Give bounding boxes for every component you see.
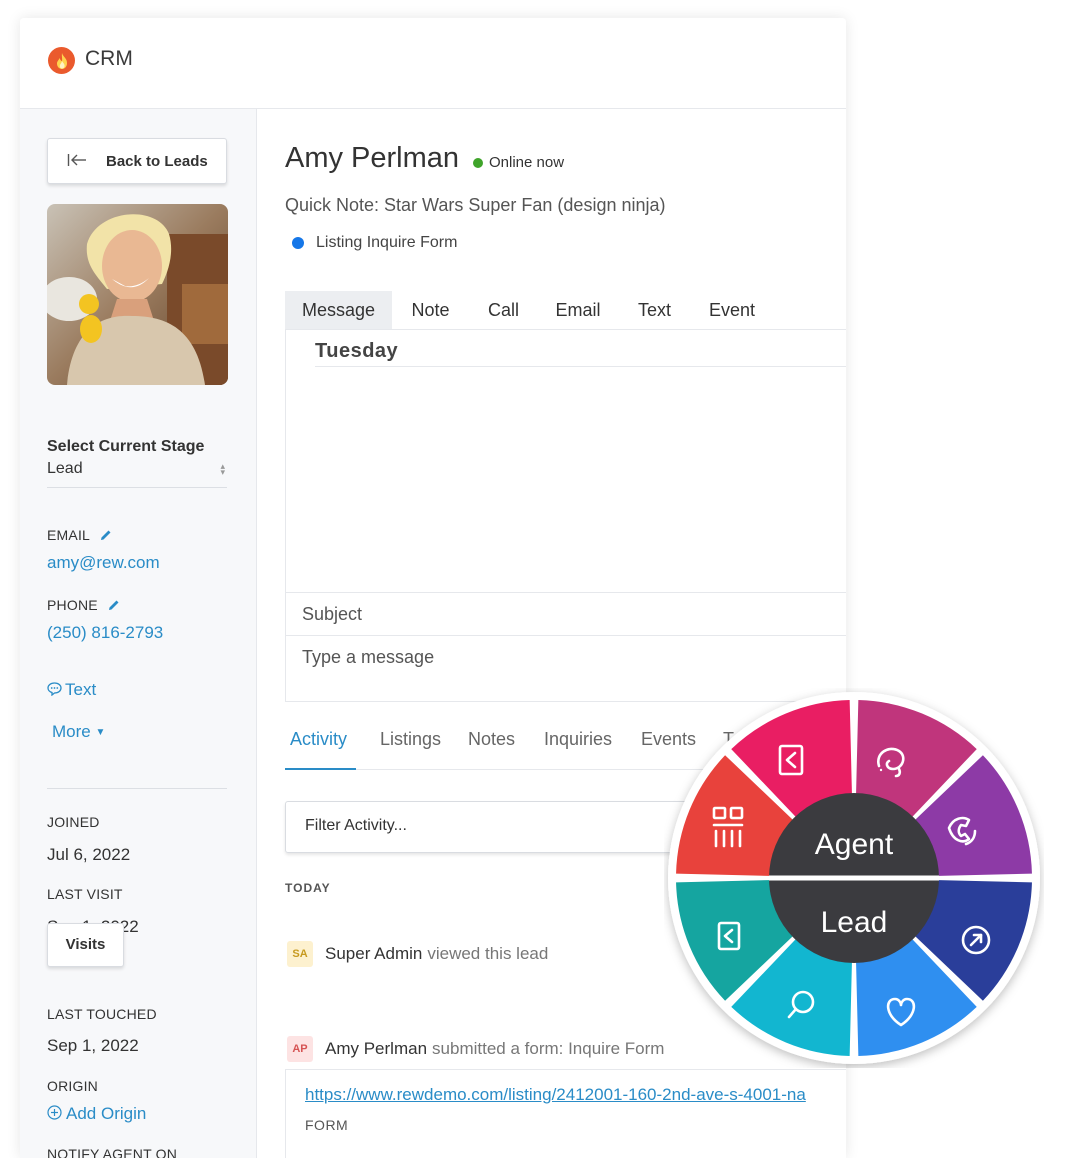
visits-button[interactable]: Visits bbox=[47, 923, 124, 967]
online-status: Online now bbox=[473, 154, 564, 171]
tab-message[interactable]: Message bbox=[285, 291, 392, 329]
tab-event[interactable]: Event bbox=[691, 291, 773, 329]
edit-email-pencil-icon[interactable] bbox=[100, 528, 112, 544]
tab-call[interactable]: Call bbox=[469, 291, 538, 329]
tab-inquiries[interactable]: Inquiries bbox=[544, 729, 612, 750]
select-arrows-icon: ▴ ▾ bbox=[220, 461, 225, 477]
subject-field-wrap bbox=[286, 592, 846, 635]
lead-name: Amy Perlman bbox=[285, 142, 460, 174]
activity-item: AP Amy Perlman submitted a form: Inquire… bbox=[287, 1036, 664, 1062]
back-arrow-icon bbox=[67, 152, 87, 173]
last-touched-label: LAST TOUCHED bbox=[47, 1006, 157, 1022]
app-title: CRM bbox=[85, 47, 133, 70]
activity-actor[interactable]: Amy Perlman bbox=[325, 1039, 427, 1059]
message-field-wrap bbox=[286, 635, 846, 680]
flame-logo-icon bbox=[48, 47, 75, 74]
joined-label: JOINED bbox=[47, 814, 100, 830]
wheel-lead-label[interactable]: Lead bbox=[821, 906, 888, 939]
more-dropdown[interactable]: More ▼ bbox=[52, 722, 105, 742]
today-section-label: TODAY bbox=[285, 881, 331, 895]
agent-lead-wheel: Agent Lead bbox=[664, 688, 1044, 1068]
lead-source: Listing Inquire Form bbox=[292, 234, 457, 252]
wheel-agent-label[interactable]: Agent bbox=[815, 828, 894, 861]
email-label: EMAIL bbox=[47, 527, 90, 543]
last-touched-value: Sep 1, 2022 bbox=[47, 1036, 139, 1055]
listing-url-link[interactable]: https://www.rewdemo.com/listing/2412001-… bbox=[305, 1085, 806, 1105]
top-bar: CRM bbox=[20, 18, 846, 109]
back-to-leads-label: Back to Leads bbox=[106, 153, 208, 170]
source-dot-icon bbox=[292, 237, 304, 249]
caret-down-icon: ▼ bbox=[95, 727, 106, 738]
quick-note: Quick Note: Star Wars Super Fan (design … bbox=[285, 195, 666, 215]
subject-input[interactable] bbox=[300, 603, 834, 626]
message-input[interactable] bbox=[300, 646, 834, 669]
message-thread: Tuesday bbox=[285, 329, 846, 702]
stage-select[interactable]: Lead ▴ ▾ bbox=[47, 459, 227, 488]
tab-activity[interactable]: Activity bbox=[290, 729, 347, 750]
back-to-leads-button[interactable]: Back to Leads bbox=[47, 138, 227, 184]
activity-action: submitted a form: Inquire Form bbox=[432, 1039, 665, 1058]
submission-type-label: FORM bbox=[305, 1117, 349, 1133]
add-origin-link[interactable]: Add Origin bbox=[47, 1104, 146, 1125]
active-tab-underline bbox=[285, 768, 356, 770]
phone-link[interactable]: (250) 816-2793 bbox=[47, 623, 163, 643]
last-visit-label: LAST VISIT bbox=[47, 886, 123, 902]
origin-label: ORIGIN bbox=[47, 1078, 98, 1094]
add-origin-label: Add Origin bbox=[66, 1104, 147, 1123]
joined-value: Jul 6, 2022 bbox=[47, 845, 131, 864]
edit-phone-pencil-icon[interactable] bbox=[108, 598, 120, 614]
tab-note[interactable]: Note bbox=[392, 291, 469, 329]
activity-action: viewed this lead bbox=[427, 944, 549, 963]
tab-text[interactable]: Text bbox=[618, 291, 691, 329]
email-link[interactable]: amy@rew.com bbox=[47, 553, 160, 573]
user-initials-badge: SA bbox=[287, 941, 313, 967]
online-dot-icon bbox=[473, 157, 483, 168]
user-initials-badge: AP bbox=[287, 1036, 313, 1062]
more-label: More bbox=[52, 722, 91, 741]
text-link-label: Text bbox=[65, 680, 97, 699]
email-label-row: EMAIL bbox=[47, 527, 112, 544]
day-divider bbox=[315, 366, 846, 367]
compose-tabs: Message Note Call Email Text Event bbox=[285, 291, 846, 330]
sidebar-divider bbox=[47, 788, 227, 789]
stage-label: Select Current Stage bbox=[47, 438, 205, 455]
stage-value: Lead bbox=[47, 460, 83, 477]
lead-avatar bbox=[47, 204, 228, 385]
activity-item: SA Super Admin viewed this lead bbox=[287, 941, 548, 967]
tab-listings[interactable]: Listings bbox=[380, 729, 441, 750]
plus-circle-icon bbox=[47, 1105, 62, 1125]
activity-actor[interactable]: Super Admin bbox=[325, 944, 422, 964]
filter-activity-label: Filter Activity... bbox=[305, 817, 407, 834]
phone-label-row: PHONE bbox=[47, 597, 120, 614]
notify-agent-label: NOTIFY AGENT ON bbox=[47, 1146, 178, 1158]
day-heading: Tuesday bbox=[315, 340, 399, 362]
tab-notes[interactable]: Notes bbox=[468, 729, 515, 750]
lead-sidebar: Back to Leads Select Current Stage Lead … bbox=[20, 109, 257, 1158]
online-status-text: Online now bbox=[489, 154, 565, 171]
tab-email[interactable]: Email bbox=[538, 291, 618, 329]
form-submission-card: https://www.rewdemo.com/listing/2412001-… bbox=[285, 1069, 846, 1158]
lead-source-text: Listing Inquire Form bbox=[316, 234, 458, 251]
text-link[interactable]: Text bbox=[47, 680, 96, 701]
chat-bubble-icon bbox=[47, 681, 62, 701]
phone-label: PHONE bbox=[47, 597, 98, 613]
